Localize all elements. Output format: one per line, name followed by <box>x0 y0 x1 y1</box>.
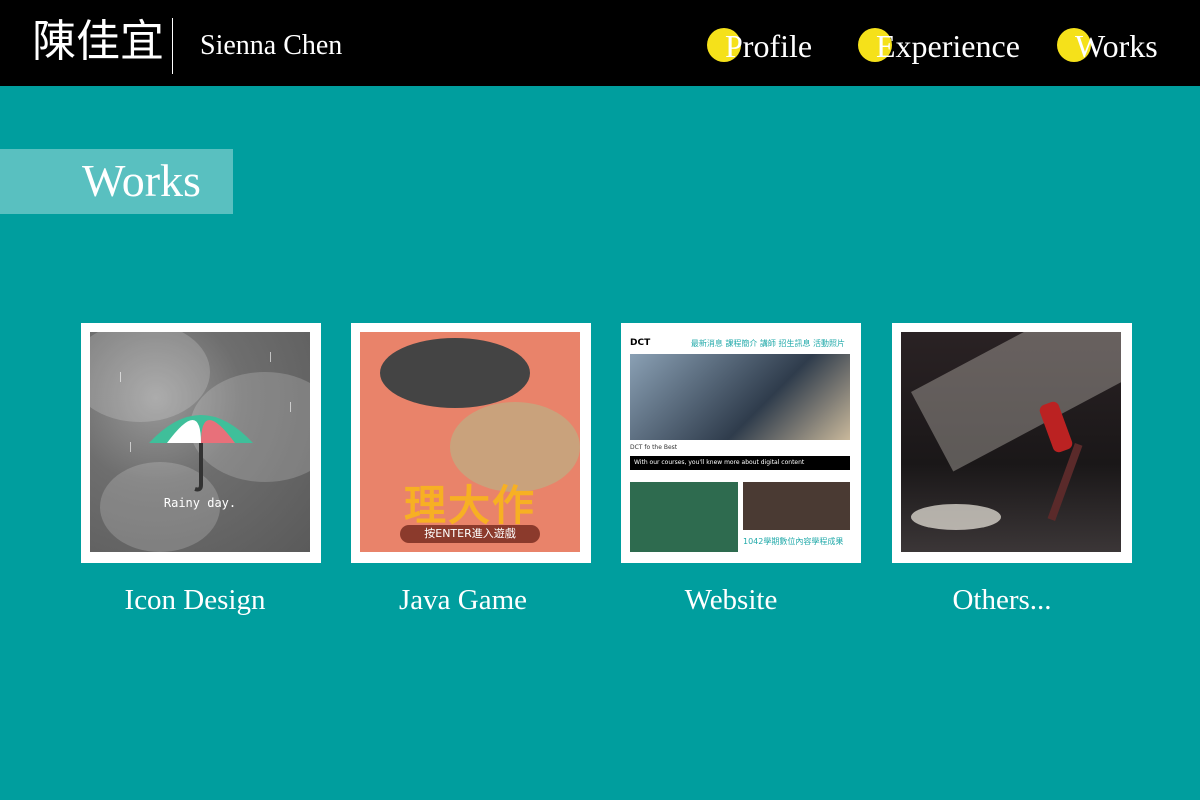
icon-design-thumbnail: Rainy day. <box>90 332 310 552</box>
nav-experience-label: Experience <box>876 28 1020 64</box>
website-photo <box>743 482 850 530</box>
raindrop-icon <box>120 372 121 382</box>
work-label-others[interactable]: Others... <box>882 580 1122 620</box>
raindrop-icon <box>290 402 291 412</box>
raindrop-icon <box>130 442 131 452</box>
dancer-leg <box>1047 443 1083 521</box>
game-title-text: 理大作 <box>403 481 536 530</box>
nav-profile-label: Profile <box>725 28 813 64</box>
thumbnail-caption: Rainy day. <box>163 496 237 510</box>
nav-works[interactable]: Works <box>1057 24 1177 68</box>
spotlight-circle <box>911 504 1001 530</box>
work-label-icon-design[interactable]: Icon Design <box>75 580 315 620</box>
work-label-java-game[interactable]: Java Game <box>343 580 583 620</box>
nav-experience[interactable]: Experience <box>858 24 1038 68</box>
website-footer-text: 1042學期數位內容學程成果 <box>743 537 844 546</box>
grill-shape <box>380 338 530 408</box>
work-card-website[interactable]: DCT 最新消息 課程簡介 講師 招生訊息 活動照片 DCT fo the Be… <box>621 323 861 563</box>
website-nav-text: 最新消息 課程簡介 講師 招生訊息 活動照片 <box>690 339 845 348</box>
website-photo <box>630 482 738 552</box>
nav-profile[interactable]: Profile <box>707 24 827 68</box>
website-banner: With our courses, you'll knew more about… <box>630 456 850 470</box>
website-caption: DCT fo the Best <box>630 444 678 451</box>
website-photo <box>630 354 850 440</box>
work-card-icon-design[interactable]: Rainy day. <box>81 323 321 563</box>
others-thumbnail <box>901 332 1121 552</box>
website-thumbnail: DCT 最新消息 課程簡介 講師 招生訊息 活動照片 DCT fo the Be… <box>630 332 850 552</box>
raindrop-icon <box>270 352 271 362</box>
umbrella-icon <box>149 415 253 492</box>
work-label-website[interactable]: Website <box>611 580 851 620</box>
brand-name-english[interactable]: Sienna Chen <box>200 28 342 64</box>
nav-works-label: Works <box>1075 28 1158 64</box>
work-card-others[interactable] <box>892 323 1132 563</box>
brand-divider <box>172 18 173 74</box>
brand-name-chinese[interactable]: 陳佳宜 <box>32 14 164 70</box>
java-game-thumbnail: 理大作 按ENTER進入遊戲 <box>360 332 580 552</box>
game-start-text: 按ENTER進入遊戲 <box>400 525 540 543</box>
section-title: Works <box>82 155 201 206</box>
top-header: 陳佳宜 Sienna Chen Profile Experience Works <box>0 0 1200 86</box>
work-card-java-game[interactable]: 理大作 按ENTER進入遊戲 <box>351 323 591 563</box>
spotlight-beam <box>911 332 1121 472</box>
website-logo: DCT <box>630 338 651 348</box>
